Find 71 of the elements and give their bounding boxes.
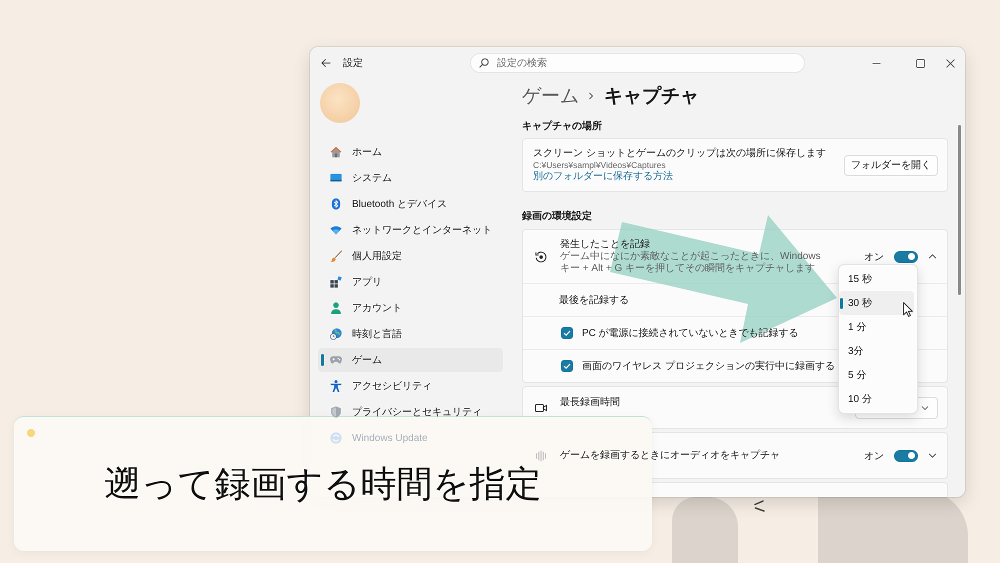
menu-option[interactable]: 30 秒 bbox=[839, 291, 914, 315]
sidebar-item[interactable]: システム bbox=[318, 166, 503, 190]
selection-indicator bbox=[840, 298, 843, 308]
person-icon bbox=[330, 302, 342, 314]
checkbox[interactable] bbox=[561, 327, 573, 339]
sidebar-item[interactable]: ゲーム bbox=[318, 348, 503, 372]
caption-text: 遡って録画する時間を指定 bbox=[104, 462, 542, 506]
cursor-icon bbox=[903, 302, 913, 317]
checkmark-icon bbox=[562, 361, 572, 371]
section-heading: 録画の環境設定 bbox=[522, 211, 593, 223]
video-camera-icon bbox=[535, 402, 547, 414]
selection-indicator bbox=[321, 354, 324, 366]
checkbox-label: 画面のワイヤレス プロジェクションの実行中に録画する bbox=[582, 360, 835, 373]
sidebar-item[interactable]: アカウント bbox=[318, 296, 503, 320]
search-icon bbox=[479, 58, 489, 68]
window-title: 設定 bbox=[343, 56, 363, 70]
checkbox-label: PC が電源に接続されていないときでも記録する bbox=[582, 326, 799, 340]
background-shape bbox=[672, 497, 738, 563]
sound-wave-icon bbox=[535, 450, 547, 462]
chevron-down-icon bbox=[928, 451, 936, 460]
chevron-right-icon bbox=[587, 92, 595, 100]
toggle-switch[interactable] bbox=[894, 250, 918, 262]
menu-option[interactable]: 1 分 bbox=[839, 315, 914, 339]
chevron-down-icon bbox=[921, 404, 929, 412]
checkbox[interactable] bbox=[561, 360, 573, 372]
dot-icon bbox=[27, 429, 35, 437]
sidebar-item[interactable]: ホーム bbox=[318, 140, 503, 164]
breadcrumb-link[interactable]: ゲーム bbox=[522, 83, 579, 109]
shield-icon bbox=[330, 406, 342, 418]
left-arrow-icon bbox=[321, 58, 331, 68]
scrollbar-thumb[interactable] bbox=[958, 125, 961, 295]
home-icon bbox=[330, 146, 342, 158]
accessibility-icon bbox=[330, 380, 342, 392]
search-field[interactable]: 設定の検索 bbox=[470, 53, 805, 73]
toggle-label: オン bbox=[864, 250, 884, 264]
card-title: スクリーン ショットとゲームのクリップは次の場所に保存します bbox=[533, 147, 826, 160]
toggle-switch[interactable] bbox=[894, 450, 918, 462]
menu-option[interactable]: 5 分 bbox=[839, 363, 914, 387]
globe-clock-icon bbox=[330, 328, 342, 340]
page-title: キャプチャ bbox=[604, 84, 699, 109]
menu-option[interactable]: 10 分 bbox=[839, 387, 914, 411]
folder-path: C:¥Users¥sampl¥Videos¥Captures bbox=[533, 160, 666, 170]
section-heading: キャプチャの場所 bbox=[522, 121, 603, 133]
sidebar-item[interactable]: Bluetooth とデバイス bbox=[318, 192, 503, 216]
open-folder-button[interactable]: フォルダーを開く bbox=[844, 154, 938, 176]
sidebar-item[interactable]: 時刻と言語 bbox=[318, 322, 503, 346]
setting-title: 最長録画時間 bbox=[560, 396, 620, 409]
avatar bbox=[320, 83, 360, 123]
apps-icon bbox=[330, 276, 342, 288]
setting-title: 発生したことを記録 bbox=[560, 238, 650, 250]
sidebar-item[interactable]: 個人用設定 bbox=[318, 244, 503, 268]
gamepad-icon bbox=[330, 354, 342, 366]
sidebar-item[interactable]: アクセシビリティ bbox=[318, 374, 503, 398]
checkmark-icon bbox=[562, 328, 572, 338]
circular-arrow-icon bbox=[535, 250, 547, 262]
monitor-icon bbox=[330, 172, 342, 184]
setting-label: 最後を記録する bbox=[559, 294, 629, 307]
brush-icon bbox=[330, 250, 342, 262]
sidebar-item[interactable]: ネットワークとインターネット bbox=[318, 218, 503, 242]
menu-option[interactable]: 3分 bbox=[839, 339, 914, 363]
wifi-icon bbox=[330, 224, 342, 236]
menu-option[interactable]: 15 秒 bbox=[839, 267, 914, 291]
help-link[interactable]: 別のフォルダーに保存する方法 bbox=[533, 171, 673, 183]
bluetooth-icon bbox=[330, 198, 342, 210]
maximize-icon bbox=[916, 58, 924, 68]
close-icon bbox=[946, 58, 954, 68]
setting-title: ゲームを録画するときにオーディオをキャプチャ bbox=[560, 449, 780, 462]
chevron-up-icon bbox=[928, 252, 936, 261]
toggle-label: オン bbox=[864, 450, 884, 462]
stroke-mark-icon bbox=[753, 500, 765, 512]
sidebar-item[interactable]: アプリ bbox=[318, 270, 503, 294]
